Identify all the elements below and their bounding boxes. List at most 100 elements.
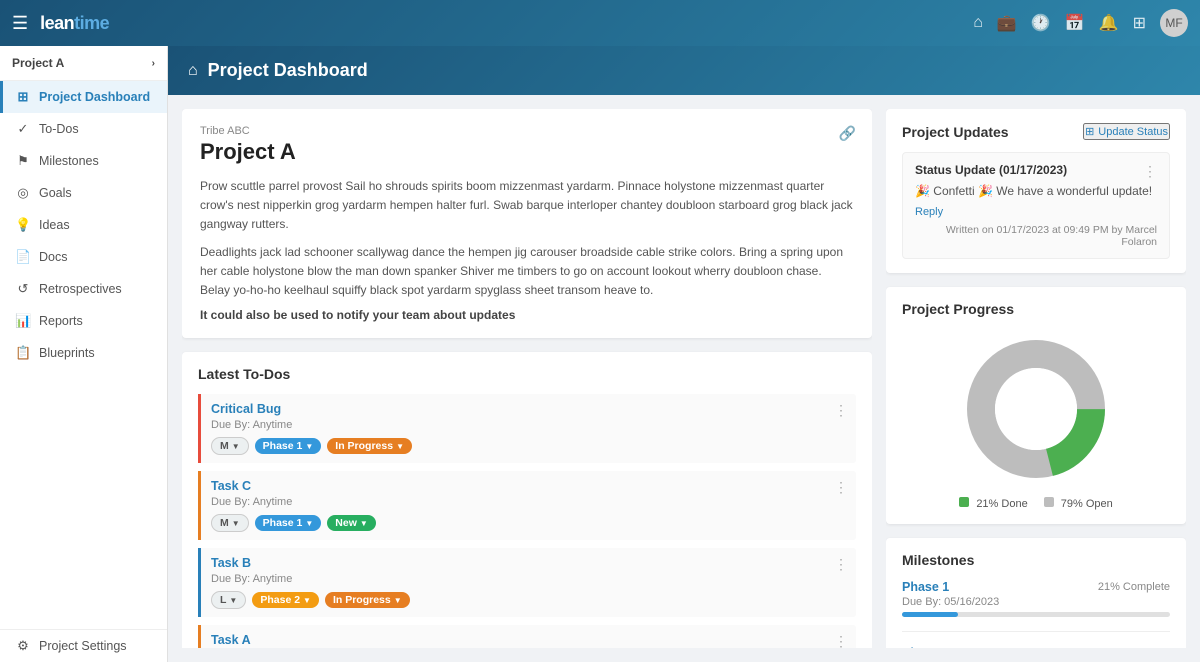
project-name-label: Project A <box>12 56 64 70</box>
top-nav-right: ⌂ 💼 🕐 📅 🔔 ⊞ MF <box>973 9 1188 37</box>
updates-header: Project Updates ⊞ Update Status <box>902 123 1170 140</box>
phase-tag[interactable]: Phase 1 ▼ <box>255 515 322 531</box>
sidebar-item-label: Blueprints <box>39 346 95 360</box>
dashboard-icon: ⊞ <box>15 89 31 105</box>
todo-menu-icon[interactable]: ⋮ <box>834 479 848 496</box>
todo-name[interactable]: Task A <box>211 633 846 647</box>
sidebar-project-label[interactable]: Project A › <box>0 46 167 81</box>
done-label: 21% Done <box>976 498 1027 510</box>
update-item-header: Status Update (01/17/2023) ⋮ <box>915 163 1157 180</box>
status-tag[interactable]: In Progress ▼ <box>325 592 410 608</box>
link-icon[interactable]: 🔗 <box>839 125 856 142</box>
phase-tag[interactable]: Phase 2 ▼ <box>252 592 319 608</box>
update-item: Status Update (01/17/2023) ⋮ 🎉 Confetti … <box>902 152 1170 259</box>
sidebar-item-docs[interactable]: 📄 Docs <box>0 241 167 273</box>
sidebar-item-label: Reports <box>39 314 83 328</box>
sidebar-item-goals[interactable]: ◎ Goals <box>0 177 167 209</box>
project-info-card: 🔗 Tribe ABC Project A Prow scuttle parre… <box>182 109 872 338</box>
milestone-bar-fill <box>902 612 958 617</box>
todo-menu-icon[interactable]: ⋮ <box>834 402 848 419</box>
sidebar-item-reports[interactable]: 📊 Reports <box>0 305 167 337</box>
milestone-item: Phase 2 0% Complete Due By: 07/22/2023 <box>902 646 1170 648</box>
milestone-name[interactable]: Phase 2 <box>902 646 949 648</box>
update-status-button[interactable]: ⊞ Update Status <box>1083 123 1170 140</box>
sidebar-item-to-dos[interactable]: ✓ To-Dos <box>0 113 167 145</box>
clock-icon[interactable]: 🕐 <box>1031 13 1051 33</box>
update-menu-icon[interactable]: ⋮ <box>1143 163 1157 180</box>
milestone-pct: 21% Complete <box>1098 581 1170 593</box>
briefcase-icon[interactable]: 💼 <box>997 13 1017 33</box>
phase-tag[interactable]: Phase 1 ▼ <box>255 438 322 454</box>
retro-icon: ↺ <box>15 281 31 297</box>
project-desc-1: Prow scuttle parrel provost Sail ho shro… <box>200 177 854 235</box>
avatar[interactable]: MF <box>1160 9 1188 37</box>
update-item-body: 🎉 Confetti 🎉 We have a wonderful update! <box>915 184 1157 198</box>
right-panel: Project Updates ⊞ Update Status Status U… <box>886 109 1186 648</box>
milestone-due: Due By: 05/16/2023 <box>902 596 1170 608</box>
todo-item: ⋮ Task C Due By: Anytime M ▼ Phase 1 ▼ N… <box>198 471 856 540</box>
sidebar-item-project-settings[interactable]: ⚙ Project Settings <box>0 630 167 662</box>
sidebar-item-label: Retrospectives <box>39 282 122 296</box>
donut-chart-container: 21% Done 79% Open <box>902 329 1170 510</box>
todos-card: Latest To-Dos ⋮ Critical Bug Due By: Any… <box>182 352 872 648</box>
project-note: It could also be used to notify your tea… <box>200 308 854 322</box>
open-legend: 79% Open <box>1044 497 1113 510</box>
sidebar-item-project-dashboard[interactable]: ⊞ Project Dashboard <box>0 81 167 113</box>
sidebar-item-milestones[interactable]: ⚑ Milestones <box>0 145 167 177</box>
milestone-bar-bg <box>902 612 1170 617</box>
sidebar-item-label: Project Settings <box>39 639 127 653</box>
divider <box>902 631 1170 632</box>
milestones-title: Milestones <box>902 552 1170 568</box>
sidebar-item-label: Goals <box>39 186 72 200</box>
grid-icon[interactable]: ⊞ <box>1133 13 1146 33</box>
sidebar-item-label: Milestones <box>39 154 99 168</box>
todo-name[interactable]: Task C <box>211 479 846 493</box>
sidebar-item-label: Ideas <box>39 218 70 232</box>
sidebar: Project A › ⊞ Project Dashboard ✓ To-Dos… <box>0 46 168 662</box>
project-name-heading: Project A <box>200 139 854 165</box>
donut-legend: 21% Done 79% Open <box>959 497 1112 510</box>
bell-icon[interactable]: 🔔 <box>1099 13 1119 33</box>
content-header: ⌂ Project Dashboard <box>168 46 1200 95</box>
todo-due: Due By: Anytime <box>211 496 846 508</box>
priority-tag[interactable]: M ▼ <box>211 437 249 455</box>
update-item-title: Status Update (01/17/2023) <box>915 163 1067 177</box>
hamburger-icon[interactable]: ☰ <box>12 13 28 34</box>
goals-icon: ◎ <box>15 185 31 201</box>
done-dot <box>959 497 969 507</box>
sidebar-item-blueprints[interactable]: 📋 Blueprints <box>0 337 167 369</box>
check-icon: ✓ <box>15 121 31 137</box>
home-nav-icon[interactable]: ⌂ <box>973 14 983 32</box>
status-tag[interactable]: In Progress ▼ <box>327 438 412 454</box>
todo-menu-icon[interactable]: ⋮ <box>834 633 848 648</box>
calendar-icon[interactable]: 📅 <box>1065 13 1085 33</box>
project-updates-card: Project Updates ⊞ Update Status Status U… <box>886 109 1186 273</box>
milestone-header: Phase 2 0% Complete <box>902 646 1170 648</box>
priority-tag[interactable]: M ▼ <box>211 514 249 532</box>
todo-menu-icon[interactable]: ⋮ <box>834 556 848 573</box>
todo-name[interactable]: Task B <box>211 556 846 570</box>
project-desc-2: Deadlights jack lad schooner scallywag d… <box>200 243 854 301</box>
progress-title: Project Progress <box>902 301 1170 317</box>
milestone-header: Phase 1 21% Complete <box>902 580 1170 594</box>
todo-name[interactable]: Critical Bug <box>211 402 846 416</box>
ideas-icon: 💡 <box>15 217 31 233</box>
milestone-name[interactable]: Phase 1 <box>902 580 949 594</box>
tribe-label: Tribe ABC <box>200 125 854 137</box>
todo-item: ⋮ Task A Due By: Anytime L ▼ Phase 1 ▼ I… <box>198 625 856 648</box>
priority-tag[interactable]: L ▼ <box>211 591 246 609</box>
app-logo: leantime <box>40 13 109 34</box>
sidebar-item-retrospectives[interactable]: ↺ Retrospectives <box>0 273 167 305</box>
milestone-pct: 0% Complete <box>1104 647 1170 648</box>
status-tag[interactable]: New ▼ <box>327 515 376 531</box>
todo-due: Due By: Anytime <box>211 419 846 431</box>
sidebar-item-ideas[interactable]: 💡 Ideas <box>0 209 167 241</box>
todo-item: ⋮ Critical Bug Due By: Anytime M ▼ Phase… <box>198 394 856 463</box>
content-home-icon: ⌂ <box>188 62 198 80</box>
reply-link[interactable]: Reply <box>915 206 943 218</box>
chevron-right-icon: › <box>152 58 155 69</box>
milestone-item: Phase 1 21% Complete Due By: 05/16/2023 <box>902 580 1170 617</box>
plus-icon: ⊞ <box>1085 125 1094 138</box>
content-area: ⌂ Project Dashboard 🔗 Tribe ABC Project … <box>168 46 1200 662</box>
project-progress-card: Project Progress <box>886 287 1186 524</box>
